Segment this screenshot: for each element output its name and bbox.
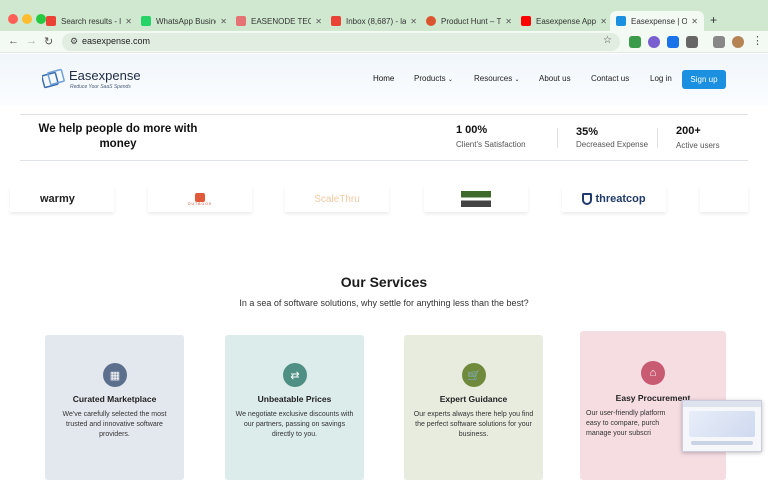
nav-products-label: Products xyxy=(414,74,446,83)
close-window-button[interactable] xyxy=(8,14,18,24)
service-card-title: Curated Marketplace xyxy=(72,394,157,404)
emblem-logo-icon xyxy=(461,191,491,207)
easexpense-logo-icon[interactable] xyxy=(42,68,66,90)
tab-easenode[interactable]: EASENODE TECH✕ xyxy=(236,11,322,31)
outbook-logo-text: OUTBOOK xyxy=(187,201,213,206)
browser-toolbar: ← → ↻ ⚙ easexpense.com ☆ ⋮ xyxy=(0,31,768,53)
stat-label: Client's Satisfaction xyxy=(456,140,526,149)
grid-extension-icon[interactable] xyxy=(667,36,679,48)
store-icon: ▦ xyxy=(103,363,127,387)
new-tab-button[interactable]: + xyxy=(710,13,717,27)
signup-button[interactable]: Sign up xyxy=(682,70,726,89)
chevron-down-icon: ⌄ xyxy=(447,77,453,83)
divider xyxy=(20,114,748,115)
nav-resources-label: Resources xyxy=(474,74,513,83)
close-tab-icon[interactable]: ✕ xyxy=(410,17,417,26)
preview-content-row xyxy=(691,441,753,445)
stat-label: Active users xyxy=(676,141,720,150)
close-tab-icon[interactable]: ✕ xyxy=(125,17,132,26)
minimize-window-button[interactable] xyxy=(22,14,32,24)
warmy-logo-text: warmy xyxy=(40,193,75,205)
service-card-curated[interactable]: ▦ Curated Marketplace We've carefully se… xyxy=(45,335,184,480)
threatcop-logo-text: threatcop xyxy=(595,193,646,205)
whatsapp-icon xyxy=(141,16,151,26)
gmail-icon xyxy=(46,16,56,26)
cart-icon: 🛒 xyxy=(462,363,486,387)
easexpense-icon xyxy=(616,16,626,26)
close-tab-icon[interactable]: ✕ xyxy=(691,17,698,26)
divider xyxy=(20,160,748,161)
site-info-icon[interactable]: ⚙ xyxy=(70,36,78,47)
easenode-icon xyxy=(236,16,246,26)
tab-product-hunt[interactable]: Product Hunt – The✕ xyxy=(426,11,512,31)
service-card-desc: We've carefully selected the most truste… xyxy=(62,411,167,438)
scalethru-logo-text: ScaleThru xyxy=(314,193,360,205)
service-card-title: Unbeatable Prices xyxy=(257,394,332,404)
service-card-guidance[interactable]: 🛒 Expert Guidance Our experts always the… xyxy=(404,335,543,480)
tab-search-results[interactable]: Search results - las✕ xyxy=(46,11,132,31)
hero-headline: We help people do more with money xyxy=(38,123,198,150)
services-subtitle: In a sea of software solutions, why sett… xyxy=(239,298,529,308)
stat-label: Decreased Expense xyxy=(576,140,649,149)
arrows-icon: ⇄ xyxy=(283,363,307,387)
tab-whatsapp[interactable]: WhatsApp Business✕ xyxy=(141,11,227,31)
gmail-icon xyxy=(331,16,341,26)
nav-login[interactable]: Log in xyxy=(650,74,672,83)
partner-logo-scalethru: ScaleThru xyxy=(285,186,389,212)
close-tab-icon[interactable]: ✕ xyxy=(315,17,322,26)
youtube-icon xyxy=(521,16,531,26)
browser-tab-bar: Search results - las✕ WhatsApp Business✕… xyxy=(0,0,768,33)
tab-inbox[interactable]: Inbox (8,687) - las ✕ xyxy=(331,11,417,31)
close-tab-icon[interactable]: ✕ xyxy=(220,17,227,26)
stat-value: 200+ xyxy=(676,125,701,137)
partner-logo-emblem xyxy=(424,186,528,212)
tab-easexpense-application[interactable]: Easexpense Applic✕ xyxy=(521,11,607,31)
profile-avatar[interactable] xyxy=(732,36,744,48)
tab-easexpense-active[interactable]: Easexpense | One✕ xyxy=(610,11,704,31)
services-title: Our Services xyxy=(340,274,428,290)
close-tab-icon[interactable]: ✕ xyxy=(600,17,607,26)
preview-hero-image xyxy=(689,411,755,437)
address-bar[interactable]: ⚙ easexpense.com ☆ xyxy=(62,33,620,51)
preview-header-bar xyxy=(683,401,761,407)
partner-logo-threatcop: threatcop xyxy=(562,186,666,212)
back-button[interactable]: ← xyxy=(8,35,19,47)
divider xyxy=(557,128,558,148)
extensions-puzzle-icon[interactable] xyxy=(686,36,698,48)
close-tab-icon[interactable]: ✕ xyxy=(505,17,512,26)
nav-products[interactable]: Products ⌄ xyxy=(414,74,453,83)
chevron-down-icon: ⌄ xyxy=(514,77,520,83)
menu-kebab-icon[interactable]: ⋮ xyxy=(752,34,763,47)
maximize-window-button[interactable] xyxy=(36,14,46,24)
reload-button[interactable]: ↻ xyxy=(44,35,53,48)
divider xyxy=(657,128,658,148)
partner-logo-warmy: warmy xyxy=(10,186,114,212)
stat-value: 35% xyxy=(576,126,599,138)
brand-name[interactable]: Easexpense xyxy=(69,68,141,83)
tag-icon: ⌂ xyxy=(641,361,665,385)
stat-value: 1 00% xyxy=(456,124,488,136)
site-header: Easexpense Reduce Your SaaS Spends Home … xyxy=(0,54,768,106)
service-card-desc: Our experts always there help you find t… xyxy=(413,411,534,438)
bookmark-star-icon[interactable]: ☆ xyxy=(603,35,612,46)
nav-contact[interactable]: Contact us xyxy=(591,74,629,83)
nav-about[interactable]: About us xyxy=(539,74,571,83)
brand-tagline: Reduce Your SaaS Spends xyxy=(70,84,131,90)
sparkle-extension-icon[interactable] xyxy=(648,36,660,48)
service-card-desc: We negotiate exclusive discounts with ou… xyxy=(235,411,354,438)
nav-resources[interactable]: Resources ⌄ xyxy=(474,74,520,83)
service-card-title: Expert Guidance xyxy=(439,394,508,404)
partner-logo-outbook: OUTBOOK xyxy=(148,186,252,212)
tab-search-icon[interactable] xyxy=(713,36,725,48)
forward-button[interactable]: → xyxy=(26,35,37,47)
service-card-prices[interactable]: ⇄ Unbeatable Prices We negotiate exclusi… xyxy=(225,335,364,480)
nav-home[interactable]: Home xyxy=(373,74,394,83)
shield-icon xyxy=(582,193,593,205)
service-card-desc: Our user-friendly platform easy to compa… xyxy=(586,410,666,437)
shield-extension-icon[interactable] xyxy=(629,36,641,48)
partner-logo-partial xyxy=(700,186,748,212)
outbook-logo-icon xyxy=(195,192,205,202)
screen-preview-thumbnail[interactable] xyxy=(682,400,762,452)
product-hunt-icon xyxy=(426,16,436,26)
